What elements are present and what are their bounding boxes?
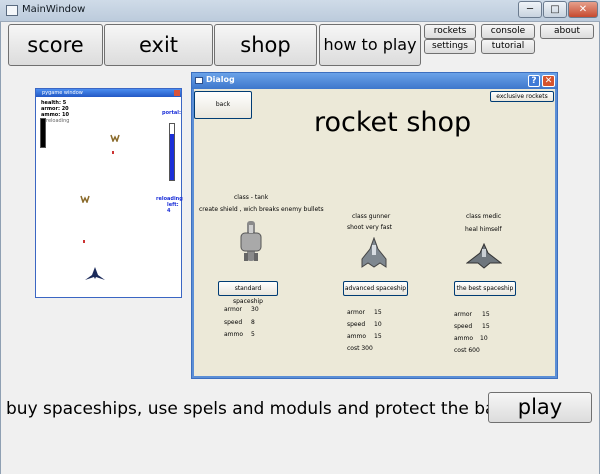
player-ship-icon: [85, 267, 105, 280]
back-button[interactable]: back: [194, 91, 252, 119]
dialog-titlebar: Dialog ? ✕: [192, 73, 557, 89]
ship-armor-label: armor: [347, 309, 366, 316]
ship-armor-label: armor: [454, 311, 473, 318]
shop-dialog: Dialog ? ✕ back exclusive rockets rocket…: [191, 72, 558, 379]
status-message: buy spaceships, use spels and moduls and…: [6, 399, 522, 419]
ship-cost: cost 600: [454, 347, 480, 354]
ship-class-label: class medic: [466, 213, 502, 220]
how-to-play-button[interactable]: how to play: [319, 24, 421, 66]
ship-ammo-label: ammo: [454, 335, 474, 342]
dialog-window-icon: [195, 77, 203, 84]
buy-best-spaceship-button[interactable]: the best spaceship: [454, 281, 516, 296]
enemy-ship-icon: [80, 195, 90, 203]
game-window: pygame window health: 5 armor: 20 ammo: …: [35, 88, 183, 298]
reloading-stat: reloading: [46, 118, 70, 124]
ship-speed-label: speed: [347, 321, 366, 328]
medic-spaceship-icon: [466, 243, 502, 269]
tank-spaceship-icon: [240, 221, 262, 261]
ship-armor-label: armor: [224, 306, 243, 313]
window-title: MainWindow: [22, 4, 86, 15]
ship-ammo-label: ammo: [224, 331, 244, 338]
dialog-body: back exclusive rockets rocket shop class…: [194, 89, 555, 376]
portal-bar: [169, 123, 175, 181]
ship-speed-value: 10: [374, 321, 382, 328]
ship-description: heal himself: [465, 226, 502, 233]
maximize-button[interactable]: □: [543, 1, 567, 18]
ship-ammo-value: 15: [374, 333, 382, 340]
title-bar: MainWindow ─ □ ✕: [0, 0, 600, 22]
ship-armor-value: 15: [482, 311, 490, 318]
left-label: left: 4: [167, 202, 179, 214]
ship-ammo-value: 10: [480, 335, 488, 342]
bullet-icon: [112, 151, 114, 154]
portal-label: portal:: [162, 110, 181, 116]
dialog-close-icon[interactable]: ✕: [542, 75, 555, 87]
console-button[interactable]: console: [481, 24, 535, 39]
ship-speed-value: 8: [251, 319, 255, 326]
ship-description: shoot very fast: [347, 224, 392, 231]
game-window-close-icon[interactable]: [174, 90, 180, 96]
settings-button[interactable]: settings: [424, 39, 476, 54]
score-button[interactable]: score: [8, 24, 103, 66]
exclusive-rockets-button[interactable]: exclusive rockets: [490, 91, 554, 102]
minimize-button[interactable]: ─: [518, 1, 542, 18]
help-icon[interactable]: ?: [528, 75, 540, 87]
dialog-heading: rocket shop: [314, 107, 472, 138]
gunner-spaceship-icon: [361, 237, 387, 268]
ship-class-label: class gunner: [352, 213, 391, 220]
app-window-icon: [6, 5, 18, 16]
ship-ammo-value: 5: [251, 331, 255, 338]
dialog-title: Dialog: [206, 75, 235, 84]
ship-armor-value: 30: [251, 306, 259, 313]
exit-button[interactable]: exit: [104, 24, 213, 66]
ship-class-label: class - tank: [234, 194, 269, 201]
ship-ammo-label: ammo: [347, 333, 367, 340]
rockets-button[interactable]: rockets: [424, 24, 476, 39]
ship-description: create shield , wich breaks enemy bullet…: [199, 206, 324, 213]
ship-cost: cost 300: [347, 345, 373, 352]
buy-advanced-spaceship-button[interactable]: advanced spaceship: [343, 281, 408, 296]
play-button[interactable]: play: [488, 392, 592, 423]
ship-speed-label: speed: [454, 323, 473, 330]
ammo-bar: [40, 118, 46, 148]
buy-standard-spaceship-button[interactable]: standard spaceship: [218, 281, 278, 305]
ship-speed-label: speed: [224, 319, 243, 326]
tutorial-button[interactable]: tutorial: [481, 39, 535, 54]
about-button[interactable]: about: [540, 24, 594, 39]
ship-armor-value: 15: [374, 309, 382, 316]
bullet-icon: [83, 240, 85, 243]
main-window-client: score exit shop how to play rockets sett…: [0, 22, 600, 474]
shop-button[interactable]: shop: [214, 24, 317, 66]
enemy-ship-icon: [110, 134, 120, 142]
game-window-titlebar: pygame window: [36, 89, 181, 97]
close-button[interactable]: ✕: [568, 1, 598, 18]
game-window-title: pygame window: [42, 90, 83, 96]
ship-speed-value: 15: [482, 323, 490, 330]
